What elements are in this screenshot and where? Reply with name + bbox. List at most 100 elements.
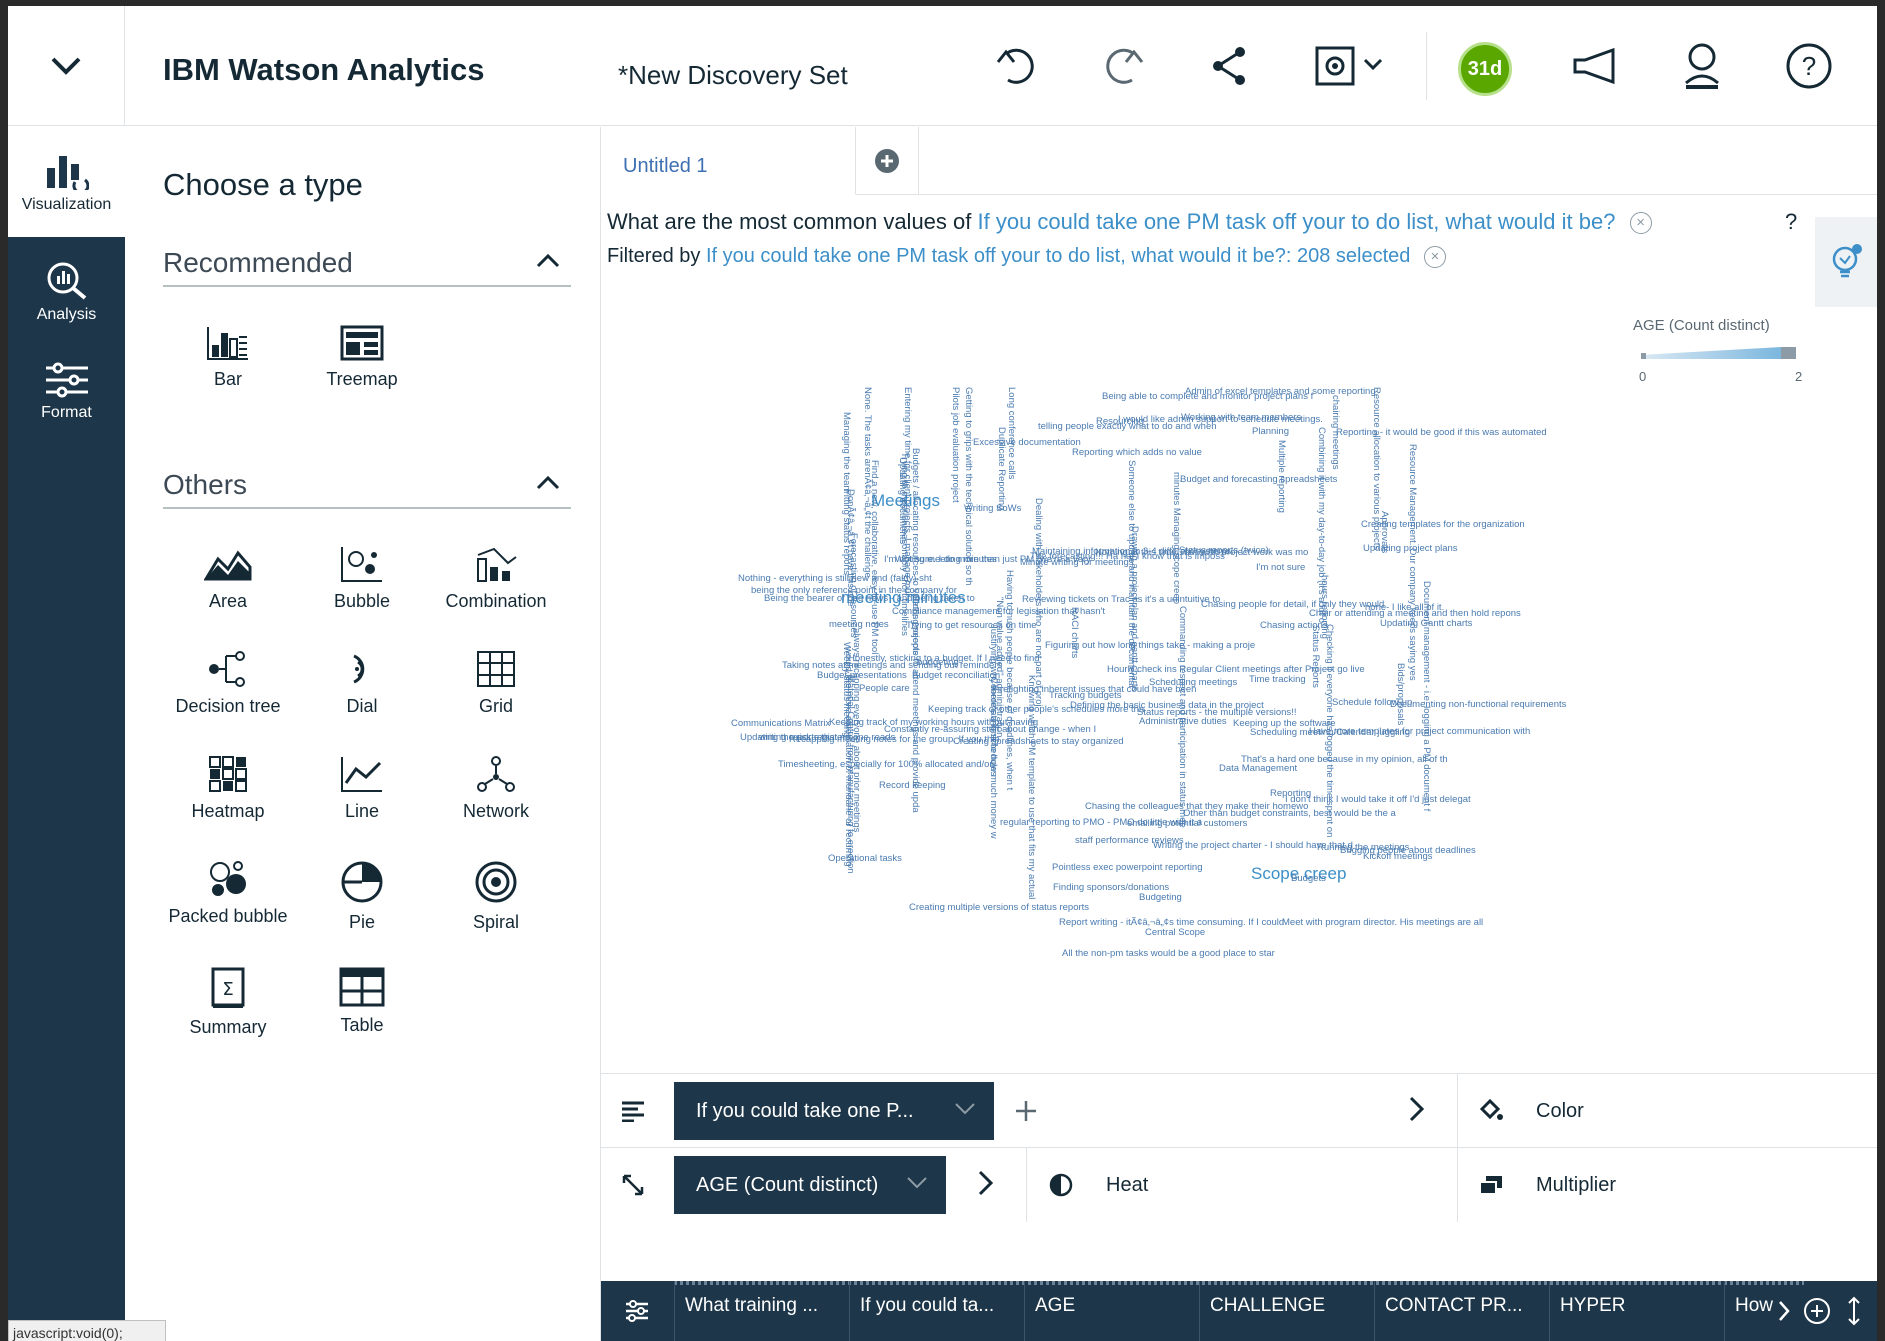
- sort-columns-button[interactable]: [1839, 1291, 1869, 1331]
- size-field-pill[interactable]: AGE (Count distinct): [674, 1156, 946, 1214]
- cloud-word[interactable]: Reporting: [1270, 789, 1311, 799]
- cloud-word[interactable]: Central Scope: [1145, 928, 1205, 938]
- tab-untitled-1[interactable]: Untitled 1: [601, 127, 856, 195]
- cloud-word[interactable]: Updating Gantt charts: [1380, 619, 1472, 629]
- cloud-word[interactable]: Budget and forecasting spreadsheets: [1180, 475, 1337, 485]
- cloud-word[interactable]: Running the meetings: [1317, 843, 1409, 853]
- cloud-word[interactable]: I don't think I would take it off I'd ju…: [1285, 795, 1471, 805]
- cloud-word[interactable]: Reporting which adds no value: [1072, 448, 1202, 458]
- type-spiral[interactable]: Spiral: [431, 860, 561, 933]
- type-bubble[interactable]: Bubble: [297, 545, 427, 612]
- heat-label[interactable]: Heat: [1106, 1174, 1148, 1197]
- cloud-word[interactable]: Budget reconciliation: [912, 671, 1000, 681]
- cloud-word[interactable]: Budgets: [1291, 874, 1326, 884]
- type-heatmap[interactable]: Heatmap: [163, 755, 293, 822]
- cloud-word[interactable]: Commanding respect and participation in …: [1177, 606, 1188, 828]
- cloud-word[interactable]: minutes Managing scope creep: [1171, 472, 1182, 604]
- cloud-word[interactable]: Budgets / allocating resources to variou…: [910, 448, 921, 655]
- cloud-word[interactable]: Data Management: [1219, 764, 1297, 774]
- cloud-word[interactable]: Meet with program director. His meetings…: [1282, 918, 1483, 928]
- recommended-section-header[interactable]: Recommended: [163, 247, 571, 287]
- cloud-word[interactable]: I'm not sure: [1256, 563, 1305, 573]
- cloud-word[interactable]: Keeping track of my working hours withou…: [829, 718, 1038, 728]
- type-area[interactable]: Area: [163, 545, 293, 612]
- cloud-word[interactable]: Writing SoWs: [964, 504, 1021, 514]
- cloud-word[interactable]: chairing meetings: [1330, 395, 1341, 469]
- cloud-word[interactable]: Reviewing tickets on Trac as it's a unin…: [1022, 595, 1220, 605]
- cloud-word[interactable]: Chasing people for detail, if only they …: [1201, 600, 1384, 610]
- cloud-word[interactable]: Drawing a project plan and gantt charts: [1129, 526, 1140, 691]
- scroll-columns-button[interactable]: [1771, 1291, 1797, 1331]
- cloud-word[interactable]: Approvals: [1379, 511, 1390, 553]
- cloud-word[interactable]: Updating the risk register: [740, 733, 846, 743]
- type-table[interactable]: Table: [297, 967, 427, 1036]
- cloud-word[interactable]: Document management - i.e. logging a PM …: [1421, 581, 1432, 811]
- question-field-link[interactable]: If you could take one PM task off your t…: [978, 209, 1616, 234]
- cloud-word[interactable]: Timesheeting, especially for 100% alloca…: [778, 760, 993, 770]
- cloud-word[interactable]: None. The tasks arenÃ¢â‚¬â„¢t the challe…: [862, 387, 873, 580]
- legend-gradient-bar[interactable]: [1641, 347, 1796, 359]
- column-header[interactable]: HYPER: [1549, 1281, 1724, 1341]
- cloud-word[interactable]: Having to nush people because of deadlin…: [1004, 570, 1015, 790]
- cloud-word[interactable]: Excessive documentation: [973, 438, 1081, 448]
- cloud-word[interactable]: People care: [859, 684, 910, 694]
- cloud-word[interactable]: Status Reports: [1310, 625, 1321, 688]
- cloud-word[interactable]: Hourly check ins Regular Client meetings…: [1107, 665, 1365, 675]
- type-pie[interactable]: Pie: [297, 860, 427, 933]
- type-grid[interactable]: Grid: [431, 650, 561, 717]
- type-line[interactable]: Line: [297, 755, 427, 822]
- add-field-button[interactable]: [1006, 1091, 1046, 1131]
- cloud-word[interactable]: Honestly, sticking to a budget. If I nee…: [848, 654, 1040, 664]
- type-decision-tree[interactable]: Decision tree: [163, 650, 293, 717]
- filter-value-link[interactable]: If you could take one PM task off your t…: [706, 245, 1410, 267]
- column-header[interactable]: What training ...: [674, 1281, 849, 1341]
- multiplier-label[interactable]: Multiplier: [1536, 1174, 1616, 1197]
- heat-icon-wrap[interactable]: [1041, 1165, 1081, 1205]
- type-dial[interactable]: Dial: [297, 650, 427, 717]
- type-treemap[interactable]: Treemap: [297, 325, 427, 390]
- column-header[interactable]: AGE: [1024, 1281, 1199, 1341]
- cloud-word[interactable]: Defining the basic business data in the …: [1070, 701, 1264, 711]
- cloud-word[interactable]: Tracking budgets: [1049, 691, 1122, 701]
- cloud-word[interactable]: Budgeting: [1139, 893, 1182, 903]
- cloud-word[interactable]: Finding sponsors/donations: [1053, 883, 1169, 893]
- cloud-word[interactable]: Scheduling meeting/Calendar juggling: [1250, 728, 1410, 738]
- cloud-word[interactable]: Operational tasks: [828, 854, 902, 864]
- cloud-word[interactable]: Planning: [1252, 427, 1289, 437]
- cloud-word[interactable]: Resource Management. Our company keeps s…: [1407, 444, 1418, 681]
- multiplier-icon-wrap[interactable]: [1471, 1165, 1511, 1205]
- expand-size-button[interactable]: [966, 1163, 1006, 1203]
- add-tab-button[interactable]: [856, 127, 919, 195]
- rail-item-format[interactable]: Format: [8, 337, 125, 447]
- size-field-button[interactable]: [613, 1165, 653, 1205]
- type-summary[interactable]: Σ Summary: [163, 967, 293, 1038]
- cloud-word[interactable]: Fitting status reports: [841, 489, 852, 575]
- cloud-word[interactable]: Reporting - it would be good if this was…: [1336, 428, 1547, 438]
- column-settings-button[interactable]: [617, 1291, 657, 1331]
- cloud-word[interactable]: RACI charts: [1069, 607, 1080, 658]
- rows-field-pill[interactable]: If you could take one P...: [674, 1082, 994, 1140]
- cloud-word[interactable]: Being able to complete and monitor proje…: [1102, 392, 1313, 402]
- screenshot-dropdown[interactable]: [1308, 36, 1398, 96]
- discovery-set-title[interactable]: *New Discovery Set: [618, 60, 848, 91]
- cloud-word[interactable]: Trying to get resources on time: [906, 621, 1037, 631]
- help-button[interactable]: ?: [1779, 36, 1839, 96]
- cloud-word[interactable]: Communications Matrix: [731, 719, 830, 729]
- remove-field-button[interactable]: ×: [1629, 212, 1652, 235]
- cloud-word[interactable]: Nothing - everything is still new and (f…: [738, 574, 932, 584]
- cloud-word[interactable]: Knowing which PM template to use that fi…: [1026, 675, 1037, 899]
- rows-field-button[interactable]: [613, 1091, 653, 1131]
- trial-days-badge[interactable]: 31d: [1458, 42, 1512, 96]
- cloud-word[interactable]: Other than budget constraints, best woul…: [1183, 809, 1396, 819]
- cloud-word[interactable]: meeting notes: [829, 620, 889, 630]
- announcements-button[interactable]: [1565, 36, 1625, 96]
- rail-item-analysis[interactable]: Analysis: [8, 237, 125, 347]
- redo-button[interactable]: [1092, 36, 1152, 96]
- cloud-word[interactable]: Time tracking: [1249, 675, 1306, 685]
- cloud-word[interactable]: Working with team members: [1181, 413, 1301, 423]
- cloud-word[interactable]: Updating documents: [897, 457, 908, 544]
- type-combination[interactable]: Combination: [431, 545, 561, 612]
- remove-filter-button[interactable]: ×: [1423, 245, 1446, 268]
- type-network[interactable]: Network: [431, 755, 561, 822]
- type-bar[interactable]: Bar: [163, 325, 293, 390]
